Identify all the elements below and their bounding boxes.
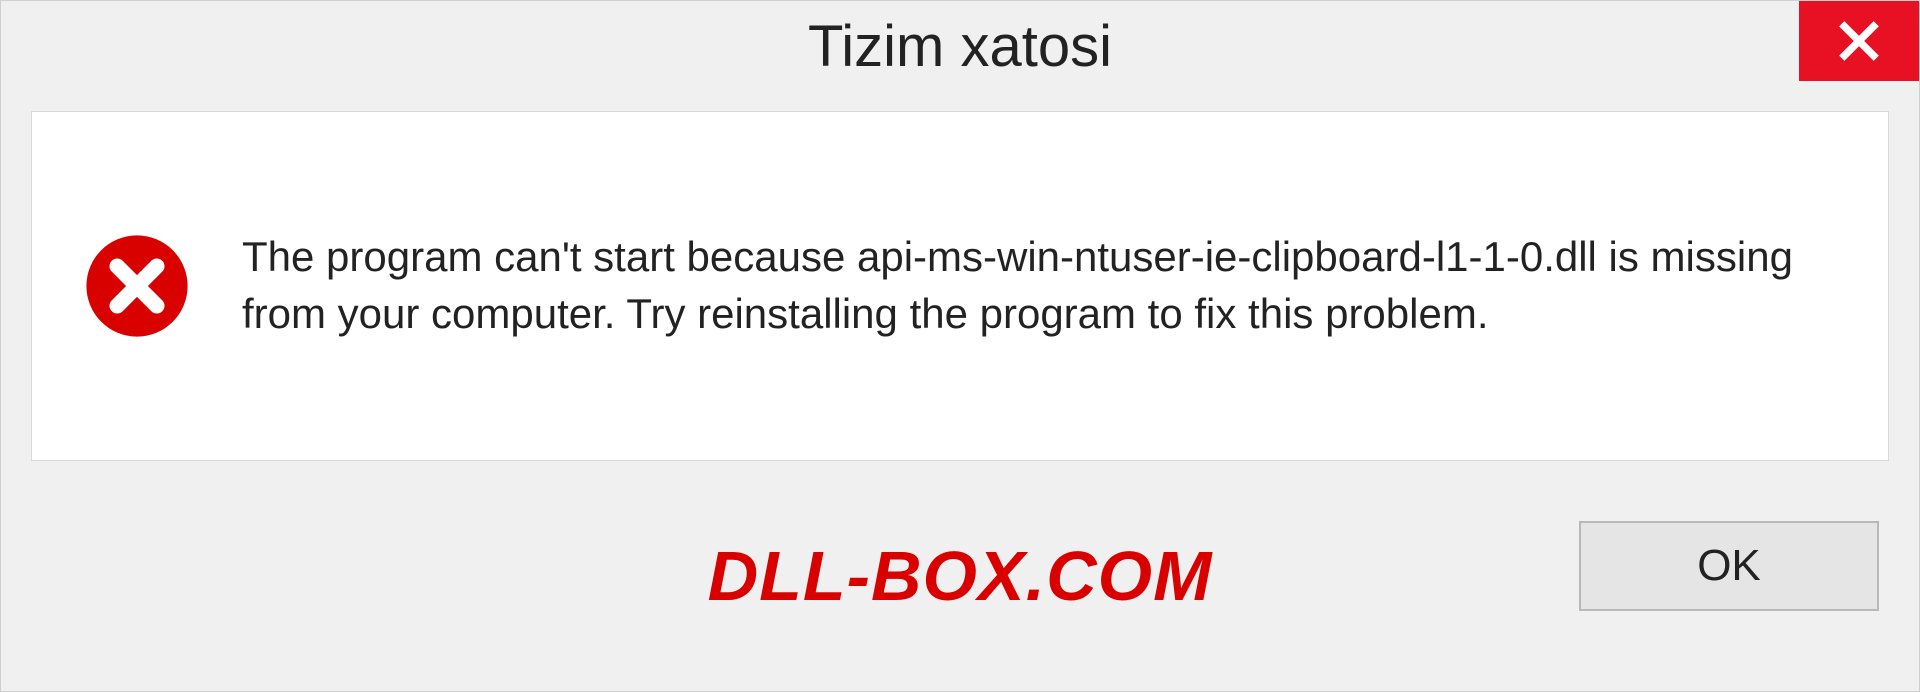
titlebar: Tizim xatosi	[1, 1, 1919, 91]
dialog-footer: DLL-BOX.COM OK	[1, 461, 1919, 661]
error-icon	[82, 231, 192, 341]
ok-button[interactable]: OK	[1579, 521, 1879, 611]
dialog-title: Tizim xatosi	[808, 13, 1112, 80]
close-icon	[1837, 19, 1881, 63]
content-panel: The program can't start because api-ms-w…	[31, 111, 1889, 461]
close-button[interactable]	[1799, 1, 1919, 81]
watermark-text: DLL-BOX.COM	[708, 536, 1213, 616]
ok-button-label: OK	[1697, 541, 1761, 591]
error-message: The program can't start because api-ms-w…	[242, 229, 1838, 342]
